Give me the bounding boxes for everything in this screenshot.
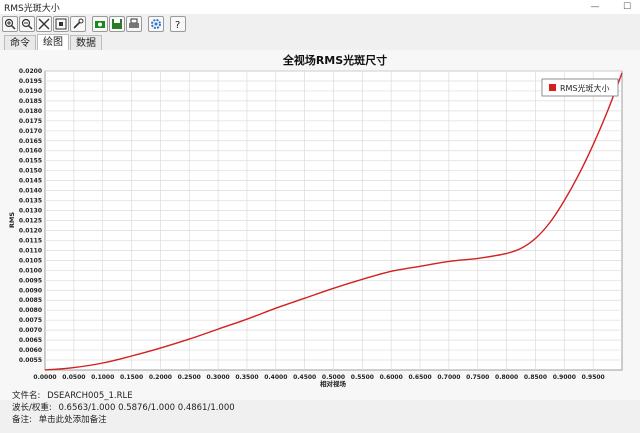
y-tick-label: 0.0115 — [19, 237, 42, 244]
title-bar: RMS光斑大小 — ☐ — [0, 0, 640, 14]
file-label: 文件名: — [12, 391, 41, 401]
y-tick-label: 0.0075 — [19, 317, 42, 324]
svg-text:?: ? — [175, 20, 180, 30]
help-button[interactable]: ? — [170, 16, 186, 32]
window-title: RMS光斑大小 — [4, 4, 60, 14]
y-tick-label: 0.0070 — [19, 327, 42, 334]
tools-icon — [38, 18, 50, 30]
y-tick-label: 0.0190 — [19, 88, 42, 95]
y-tick-label: 0.0185 — [19, 98, 42, 105]
x-tick-label: 0.4000 — [264, 374, 287, 381]
window-controls: — ☐ — [588, 0, 634, 14]
y-tick-label: 0.0105 — [19, 257, 42, 264]
wrench-icon — [73, 18, 84, 29]
x-tick-label: 0.7500 — [466, 374, 489, 381]
tab-data[interactable]: 数据 — [70, 35, 102, 50]
minimize-button[interactable]: — — [588, 0, 602, 14]
note-row: 备注: 单击此处添加备注 — [12, 414, 235, 426]
note-value[interactable]: 单击此处添加备注 — [39, 415, 107, 425]
tab-command[interactable]: 命令 — [4, 35, 36, 50]
wavelength-label: 波长/权重: — [12, 403, 52, 413]
y-tick-label: 0.0125 — [19, 218, 42, 225]
chart-title: 全视场RMS光斑尺寸 — [282, 53, 387, 67]
tools-button[interactable] — [36, 16, 52, 32]
camera-button[interactable] — [92, 16, 108, 32]
fit-button[interactable] — [53, 16, 69, 32]
x-tick-label: 0.0000 — [33, 374, 56, 381]
y-tick-label: 0.0160 — [19, 148, 42, 155]
chart-panel: 全视场RMS光斑尺寸 0.0000 0.0500 0.1000 0.1500 0.200… — [0, 50, 640, 400]
file-value: DSEARCH005_1.RLE — [47, 391, 133, 401]
camera-icon — [95, 21, 105, 28]
y-tick-label: 0.0155 — [19, 158, 42, 165]
grid-lines — [45, 70, 622, 370]
wrench-button[interactable] — [70, 16, 86, 32]
maximize-button[interactable]: ☐ — [620, 0, 634, 14]
y-tick-label: 0.0080 — [19, 307, 42, 314]
y-tick-label: 0.0140 — [19, 188, 42, 195]
x-tick-label: 0.7000 — [437, 374, 460, 381]
y-tick-label: 0.0180 — [19, 108, 42, 115]
fit-icon — [55, 18, 67, 30]
x-tick-label: 0.9500 — [582, 374, 605, 381]
zoom-out-icon — [21, 18, 33, 30]
save-button[interactable] — [109, 16, 125, 32]
x-tick-label: 0.2500 — [178, 374, 201, 381]
rms-spot-chart[interactable]: 全视场RMS光斑尺寸 0.0000 0.0500 0.1000 0.1500 0.200… — [0, 50, 640, 390]
wavelength-value: 0.6563/1.000 0.5876/1.000 0.4861/1.000 — [58, 403, 235, 413]
y-tick-label: 0.0195 — [19, 78, 42, 85]
y-axis-label: RMS — [8, 212, 16, 228]
y-tick-label: 0.0165 — [19, 138, 42, 145]
y-tick-label: 0.0085 — [19, 297, 42, 304]
x-tick-label: 0.1000 — [91, 374, 114, 381]
legend-swatch — [549, 84, 556, 91]
x-tick-label: 0.1500 — [120, 374, 143, 381]
y-tick-label: 0.0065 — [19, 337, 42, 344]
zoom-in-button[interactable] — [2, 16, 18, 32]
file-row: 文件名: DSEARCH005_1.RLE — [12, 390, 235, 402]
y-tick-label: 0.0170 — [19, 128, 42, 135]
y-tick-label: 0.0090 — [19, 287, 42, 294]
x-tick-label: 0.5500 — [351, 374, 374, 381]
x-tick-label: 0.2000 — [149, 374, 172, 381]
legend: RMS光斑大小 — [541, 78, 619, 97]
y-tick-label: 0.0200 — [19, 68, 42, 75]
y-tick-label: 0.0055 — [19, 357, 42, 364]
y-tick-label: 0.0120 — [19, 227, 42, 234]
x-axis-label: 相对视场 — [320, 379, 347, 388]
save-icon — [112, 19, 122, 29]
y-tick-label: 0.0095 — [19, 277, 42, 284]
help-icon: ? — [175, 20, 180, 30]
wavelength-row: 波长/权重: 0.6563/1.000 0.5876/1.000 0.4861/… — [12, 402, 235, 414]
y-tick-label: 0.0060 — [19, 347, 42, 354]
x-tick-label: 0.6000 — [380, 374, 403, 381]
settings-icon — [151, 19, 161, 29]
x-tick-label: 0.6500 — [408, 374, 431, 381]
legend-entry: RMS光斑大小 — [560, 83, 610, 93]
x-tick-label: 0.4500 — [293, 374, 316, 381]
y-tick-label: 0.0130 — [19, 208, 42, 215]
x-tick-label: 0.3000 — [207, 374, 230, 381]
toolbar: ? — [0, 14, 640, 34]
tab-plot[interactable]: 绘图 — [37, 34, 69, 50]
note-label: 备注: — [12, 415, 32, 425]
x-tick-label: 0.9000 — [553, 374, 576, 381]
footer-info: 文件名: DSEARCH005_1.RLE 波长/权重: 0.6563/1.00… — [12, 390, 235, 426]
x-tick-label: 0.3500 — [235, 374, 258, 381]
y-tick-label: 0.0100 — [19, 267, 42, 274]
x-tick-label: 0.0500 — [62, 374, 85, 381]
x-tick-label: 0.8000 — [495, 374, 518, 381]
print-button[interactable] — [126, 16, 142, 32]
y-tick-label: 0.0145 — [19, 178, 42, 185]
y-tick-label: 0.0150 — [19, 168, 42, 175]
zoom-in-icon — [4, 18, 16, 30]
tab-bar: 命令 绘图 数据 — [0, 34, 640, 50]
y-tick-label: 0.0175 — [19, 118, 42, 125]
y-tick-label: 0.0135 — [19, 198, 42, 205]
y-tick-label: 0.0110 — [19, 247, 42, 254]
print-icon — [129, 18, 139, 28]
x-tick-label: 0.8500 — [524, 374, 547, 381]
settings-button[interactable] — [148, 16, 164, 32]
zoom-out-button[interactable] — [19, 16, 35, 32]
